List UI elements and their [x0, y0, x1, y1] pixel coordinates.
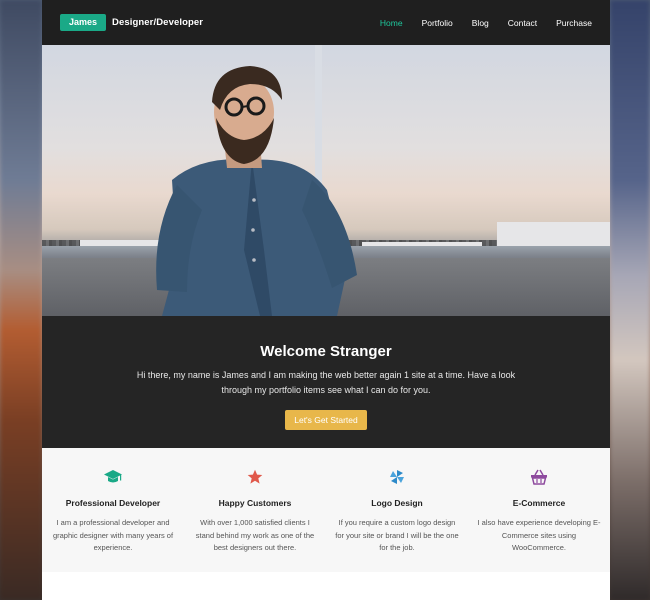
features-section: Professional Developer I am a profession…	[42, 448, 610, 572]
nav-item-contact[interactable]: Contact	[508, 18, 537, 28]
nav-item-blog[interactable]: Blog	[472, 18, 489, 28]
feature-e-commerce: E-Commerce I also have experience develo…	[468, 468, 610, 572]
feature-professional-developer: Professional Developer I am a profession…	[42, 468, 184, 572]
basket-icon	[468, 468, 610, 486]
nav-item-home[interactable]: Home	[380, 18, 403, 28]
welcome-text: Hi there, my name is James and I am maki…	[136, 370, 516, 395]
feature-title: Logo Design	[371, 498, 423, 508]
brand[interactable]: James Designer/Developer	[60, 14, 203, 31]
person-photo	[156, 66, 357, 316]
main-nav: Home Portfolio Blog Contact Purchase	[380, 18, 592, 28]
get-started-button[interactable]: Let's Get Started	[285, 410, 367, 430]
background-right-blur	[610, 0, 650, 600]
feature-title: E-Commerce	[512, 498, 566, 508]
star-icon	[184, 468, 326, 486]
next-section	[42, 572, 610, 600]
feature-text: If you require a custom logo design for …	[335, 518, 459, 552]
pinwheel-icon	[326, 468, 468, 486]
navbar: James Designer/Developer Home Portfolio …	[42, 0, 610, 45]
background-left-blur	[0, 0, 42, 600]
feature-title: Happy Customers	[218, 498, 292, 508]
feature-happy-customers: Happy Customers With over 1,000 satisfie…	[184, 468, 326, 572]
welcome-section: Welcome Stranger Hi there, my name is Ja…	[42, 316, 610, 448]
brand-name[interactable]: James	[60, 14, 107, 31]
feature-text: With over 1,000 satisfied clients I stan…	[195, 518, 315, 552]
brand-tagline: Designer/Developer	[112, 17, 204, 28]
site-page: James Designer/Developer Home Portfolio …	[42, 0, 610, 600]
feature-text: I also have experience developing E-Comm…	[477, 518, 601, 552]
nav-item-portfolio[interactable]: Portfolio	[422, 18, 453, 28]
welcome-title: Welcome Stranger	[260, 343, 392, 360]
feature-logo-design: Logo Design If you require a custom logo…	[326, 468, 468, 572]
feature-title: Professional Developer	[65, 498, 161, 508]
hero-image	[42, 45, 610, 316]
nav-item-purchase[interactable]: Purchase	[556, 18, 592, 28]
feature-text: I am a professional developer and graphi…	[52, 518, 174, 552]
graduation-cap-icon	[42, 468, 184, 486]
